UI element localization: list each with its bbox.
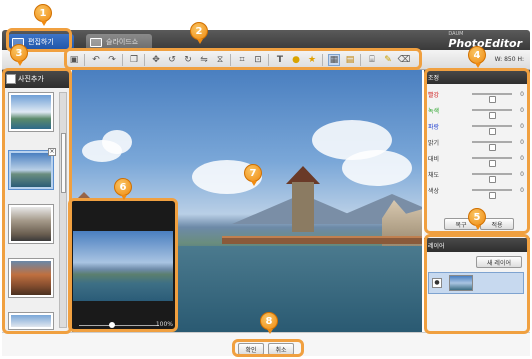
app-logo: DAUM PhotoEditor <box>448 32 522 51</box>
logo-name: PhotoEditor <box>448 37 522 50</box>
callout-box-layers <box>424 234 530 334</box>
callout-badge-7: 7 <box>244 164 262 186</box>
cloud <box>102 130 132 154</box>
callout-box-buttons <box>232 339 304 357</box>
callout-badge-1: 1 <box>34 4 52 26</box>
callout-badge-2: 2 <box>190 22 208 44</box>
slideshow-tab-icon <box>90 37 102 47</box>
callout-box-preview <box>68 198 178 332</box>
callout-box-photo-list <box>2 68 72 334</box>
tabs-bar: 편집하기 슬라이드쇼 DAUM PhotoEditor <box>2 30 530 50</box>
chapel-bridge <box>222 236 422 244</box>
water-tower <box>292 182 314 232</box>
size-readout: W: 850 H: <box>494 56 524 63</box>
callout-badge-5: 5 <box>468 208 486 230</box>
callout-badge-4: 4 <box>468 46 486 68</box>
callout-box-toolbar <box>64 48 422 70</box>
callout-badge-8: 8 <box>260 312 278 334</box>
tab-slideshow-label: 슬라이드쇼 <box>106 38 139 46</box>
callout-badge-3: 3 <box>10 44 28 66</box>
cloud <box>342 150 412 186</box>
callout-badge-6: 6 <box>114 178 132 200</box>
